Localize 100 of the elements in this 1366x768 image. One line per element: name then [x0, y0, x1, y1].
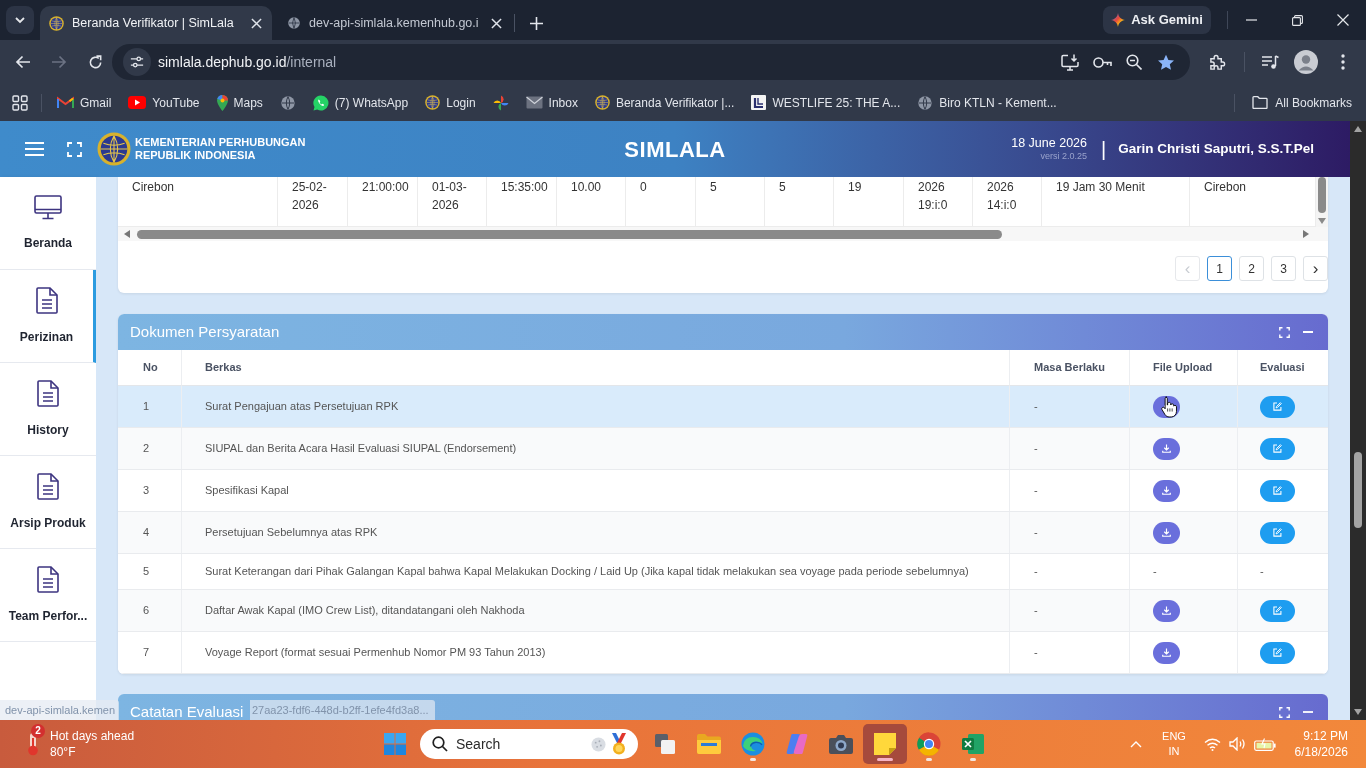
page-button[interactable]: 3 — [1271, 256, 1296, 281]
tune-icon — [130, 55, 144, 69]
close-icon[interactable] — [251, 17, 262, 29]
bookmark-link[interactable]: WESTLIFE 25: THE A... — [751, 93, 901, 112]
bookmark-link[interactable] — [279, 94, 296, 111]
all-bookmarks-link[interactable]: All Bookmarks — [1252, 93, 1352, 112]
bookmark-link[interactable]: Maps — [216, 93, 263, 112]
page-scrollbar[interactable] — [1350, 121, 1366, 720]
bookmark-link[interactable]: (7) WhatsApp — [312, 93, 409, 112]
table-cell-text: 25-02- 2026 — [292, 179, 328, 214]
document-icon — [37, 565, 59, 593]
column-header: File Upload — [1153, 360, 1213, 376]
vertical-scrollbar[interactable] — [1316, 177, 1328, 227]
page-button[interactable]: 1 — [1207, 256, 1232, 281]
edit-button[interactable] — [1260, 599, 1295, 622]
restore-icon — [1291, 14, 1303, 26]
table-cell-text: 6 — [143, 603, 150, 619]
edit-button[interactable] — [1260, 395, 1295, 418]
map-pin-icon — [216, 94, 228, 111]
weather-headline[interactable]: Hot days ahead — [50, 728, 135, 744]
scrollbar-thumb[interactable] — [1318, 177, 1326, 213]
table-cell-text: - — [1260, 564, 1264, 580]
globe-icon — [917, 94, 934, 111]
close-icon[interactable] — [491, 17, 502, 29]
table-cell-text: 2026 19:i:0 — [918, 179, 949, 214]
expand-button[interactable] — [1278, 706, 1290, 718]
sidebar-item[interactable]: Perizinan — [0, 270, 96, 363]
hand-pointer-icon — [1160, 396, 1178, 419]
download-icon — [1162, 444, 1171, 453]
browser-tab[interactable]: Beranda Verifikator | SimLala — [40, 6, 272, 40]
search-bar[interactable]: Search — [420, 729, 638, 759]
tab-list-button[interactable] — [6, 6, 34, 34]
sidebar-item[interactable]: Beranda — [0, 177, 96, 270]
edit-button[interactable] — [1260, 521, 1295, 544]
url-text[interactable]: simlala.dephub.go.id/internal — [158, 51, 337, 73]
close-icon — [1337, 14, 1349, 26]
link-preview-text: 27aa23-fdf6-448d-b2ff-1efe4fd3a8... — [250, 700, 435, 720]
speaker-icon[interactable] — [1229, 737, 1245, 751]
menu-button[interactable] — [24, 139, 44, 159]
next-page-button[interactable]: › — [1303, 256, 1328, 281]
browser-tab[interactable]: dev-api-simlala.kemenhub.go.i — [272, 6, 512, 40]
table-cell-text: 7 — [143, 645, 150, 661]
table-cell-text: 0 — [640, 179, 648, 196]
sidebar-item[interactable]: Team Perfor... — [0, 549, 96, 642]
table-cell-text: Spesifikasi Kapal — [205, 483, 289, 499]
app-title: SIMLALA — [624, 135, 726, 164]
emblem-logo-icon — [97, 132, 131, 166]
profile-button[interactable] — [1291, 47, 1321, 77]
column-header: Berkas — [205, 360, 242, 376]
zoom-out-icon — [1126, 54, 1142, 70]
download-icon — [1162, 528, 1171, 537]
chat-bubble-icon — [312, 94, 329, 111]
fullscreen-button[interactable] — [66, 141, 82, 157]
edit-button[interactable] — [1260, 479, 1295, 502]
bookmark-link[interactable]: Login — [425, 93, 476, 112]
horizontal-scrollbar[interactable] — [118, 227, 1328, 241]
pinwheel-icon — [492, 94, 509, 111]
site-settings-button[interactable] — [123, 48, 151, 76]
table-cell-text: 10.00 — [571, 179, 603, 196]
table-cell-text: 19 — [848, 179, 863, 196]
bookmark-link[interactable]: YouTube — [128, 93, 200, 112]
page-button[interactable]: 2 — [1239, 256, 1264, 281]
sidebar-item[interactable]: History — [0, 363, 96, 456]
table-cell-text: 01-03- 2026 — [432, 179, 468, 214]
expand-button[interactable] — [1278, 326, 1290, 338]
bookmark-link[interactable] — [492, 94, 509, 111]
table-cell-text: - — [1034, 564, 1038, 580]
down-arrow-icon — [1318, 218, 1326, 224]
document-icon — [35, 286, 58, 314]
down-arrow-icon — [1354, 709, 1362, 715]
assistant-button[interactable]: Ask Gemini — [1103, 6, 1211, 34]
edit-button[interactable] — [1260, 437, 1295, 460]
bookmark-link[interactable]: Gmail — [57, 93, 112, 112]
taskbar-app-button[interactable] — [863, 724, 907, 764]
address-bar[interactable]: simlala.dephub.go.id/internal — [112, 44, 1190, 80]
table-cell-text: 5 — [143, 564, 150, 580]
edit-icon — [1273, 402, 1282, 411]
table-cell-text: Voyage Report (format sesuai Permenhub Nomor PM 93 Tahun 2013) — [205, 645, 546, 661]
apps-button[interactable] — [12, 94, 28, 111]
camera-icon — [829, 734, 853, 754]
bookmark-link[interactable]: Beranda Verifikator |... — [594, 93, 735, 112]
bookmark-link[interactable]: Biro KTLN - Kement... — [917, 93, 1057, 112]
user-name[interactable]: Garin Christi Saputri, S.S.T.Pel — [1118, 138, 1314, 160]
folder-icon — [697, 734, 721, 754]
minus-icon — [1303, 711, 1313, 713]
column-header: No — [143, 360, 158, 376]
plus-icon — [529, 16, 543, 30]
battery-icon[interactable] — [1254, 737, 1276, 751]
document-icon — [37, 379, 59, 407]
scrollbar-thumb[interactable] — [137, 229, 1002, 239]
search-input[interactable]: Search — [456, 733, 576, 755]
wifi-icon[interactable] — [1204, 737, 1221, 751]
avatar-icon — [1294, 50, 1318, 74]
bookmark-link[interactable]: Inbox — [525, 93, 578, 112]
scrollbar-thumb[interactable] — [1354, 452, 1362, 528]
download-icon — [1162, 606, 1171, 615]
expand-icon — [1278, 706, 1290, 718]
table-cell-text: - — [1034, 441, 1038, 457]
edit-button[interactable] — [1260, 641, 1295, 664]
sidebar-item[interactable]: Arsip Produk — [0, 456, 96, 549]
